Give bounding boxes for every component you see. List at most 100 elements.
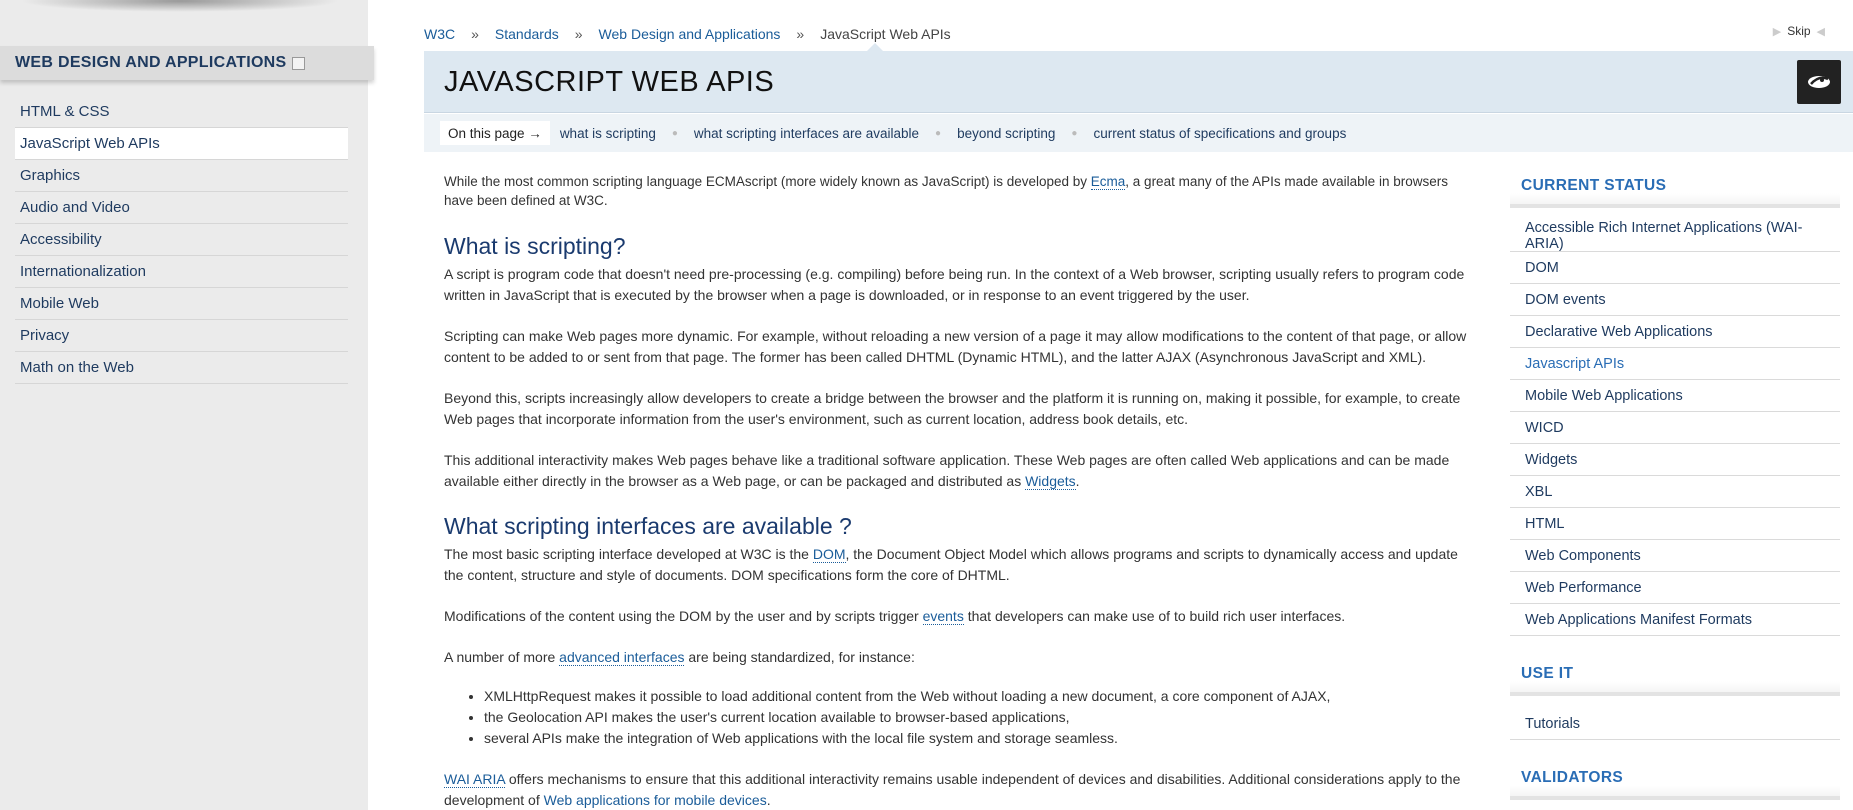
skip-right-arrow-icon[interactable]: ◀ [1817, 25, 1825, 38]
use-it-heading: USE IT [1510, 656, 1840, 696]
wai-aria-link[interactable]: WAI ARIA [444, 771, 505, 788]
status-item-web-performance[interactable]: Web Performance [1510, 572, 1840, 604]
status-item-label[interactable]: WICD [1525, 420, 1564, 436]
sidebar-item-audio-video[interactable]: Audio and Video [15, 192, 348, 224]
status-item-manifest-formats[interactable]: Web Applications Manifest Formats [1510, 604, 1840, 636]
sidebar-item-label[interactable]: Accessibility [20, 231, 102, 248]
skip-link[interactable]: Skip [1787, 24, 1810, 38]
paragraph: WAI ARIA offers mechanisms to ensure tha… [444, 769, 1478, 810]
paragraph-text: A number of more [444, 649, 560, 665]
status-item-web-components[interactable]: Web Components [1510, 540, 1840, 572]
status-item-widgets[interactable]: Widgets [1510, 444, 1840, 476]
sidebar-item-label[interactable]: Internationalization [20, 263, 146, 280]
breadcrumb-link-w3c[interactable]: W3C [424, 26, 455, 42]
sidebar-nav-list: HTML & CSS JavaScript Web APIs Graphics … [15, 96, 348, 384]
dom-link[interactable]: DOM [812, 546, 846, 563]
ecma-link[interactable]: Ecma [1090, 174, 1126, 190]
breadcrumb-current: JavaScript Web APIs [820, 26, 951, 42]
onpage-link-beyond-scripting[interactable]: beyond scripting [957, 126, 1055, 141]
bullet-separator: ● [935, 127, 942, 139]
status-item-label[interactable]: Javascript APIs [1525, 356, 1624, 372]
mobile-web-apps-link[interactable]: Web applications for mobile devices [544, 792, 767, 808]
page-title: JAVASCRIPT WEB APIS [444, 66, 775, 98]
sidebar-item-label[interactable]: Mobile Web [20, 295, 99, 312]
sidebar-item-mobile-web[interactable]: Mobile Web [15, 288, 348, 320]
bullet-separator: ● [671, 127, 678, 139]
current-status-heading: CURRENT STATUS [1510, 168, 1840, 208]
w3c-logo-icon[interactable] [1797, 60, 1841, 104]
bullet-separator: ● [1071, 127, 1078, 139]
list-item: the Geolocation API makes the user's cur… [484, 707, 1478, 728]
sidebar-item-label[interactable]: JavaScript Web APIs [20, 135, 160, 152]
breadcrumb-link-web-design[interactable]: Web Design and Applications [599, 26, 781, 42]
status-item-label[interactable]: DOM [1525, 260, 1559, 276]
skip-control[interactable]: ▶ Skip ◀ [1773, 24, 1825, 38]
events-link[interactable]: events [922, 608, 964, 625]
status-item-label[interactable]: Mobile Web Applications [1525, 388, 1683, 404]
paragraph-text-end: . [1075, 473, 1080, 489]
advanced-interfaces-link[interactable]: advanced interfaces [559, 649, 685, 666]
status-item-label[interactable]: DOM events [1525, 292, 1606, 308]
paragraph-text: Modifications of the content using the D… [444, 608, 923, 624]
paragraph: The most basic scripting interface devel… [444, 544, 1478, 586]
status-item-label[interactable]: XBL [1525, 484, 1552, 500]
breadcrumb-separator: » [471, 26, 479, 42]
paragraph: A number of more advanced interfaces are… [444, 647, 1478, 668]
page-header: JAVASCRIPT WEB APIS [424, 43, 1853, 113]
onpage-link-interfaces[interactable]: what scripting interfaces are available [694, 126, 919, 141]
sidebar-item-label[interactable]: Privacy [20, 327, 69, 344]
breadcrumb-separator: » [574, 26, 583, 42]
sidebar-item-label[interactable]: Math on the Web [20, 359, 134, 376]
skip-left-arrow-icon[interactable]: ▶ [1773, 25, 1781, 38]
sidebar-item-label[interactable]: Audio and Video [20, 199, 130, 216]
status-item-dom[interactable]: DOM [1510, 252, 1840, 284]
onpage-link-current-status[interactable]: current status of specifications and gro… [1093, 126, 1346, 141]
sidebar-item-label[interactable]: Graphics [20, 167, 80, 184]
status-item-label[interactable]: Declarative Web Applications [1525, 324, 1713, 340]
breadcrumb-notch [867, 43, 883, 51]
status-item-html[interactable]: HTML [1510, 508, 1840, 540]
status-item-dom-events[interactable]: DOM events [1510, 284, 1840, 316]
status-item-declarative-web-apps[interactable]: Declarative Web Applications [1510, 316, 1840, 348]
status-item-label[interactable]: Web Components [1525, 548, 1641, 564]
status-item-wai-aria[interactable]: Accessible Rich Internet Applications (W… [1510, 220, 1840, 252]
status-item-label[interactable]: Web Applications Manifest Formats [1525, 612, 1752, 628]
paragraph: Scripting can make Web pages more dynami… [444, 328, 1467, 365]
use-it-item-label[interactable]: Tutorials [1525, 716, 1580, 732]
paragraph: Beyond this, scripts increasingly allow … [444, 390, 1461, 427]
status-item-wicd[interactable]: WICD [1510, 412, 1840, 444]
sidebar-item-html-css[interactable]: HTML & CSS [15, 96, 348, 128]
breadcrumb-separator: » [796, 26, 805, 42]
status-item-label[interactable]: Widgets [1525, 452, 1577, 468]
widgets-link[interactable]: Widgets [1025, 473, 1076, 490]
status-item-xbl[interactable]: XBL [1510, 476, 1840, 508]
sidebar-section-header[interactable]: WEB DESIGN AND APPLICATIONS [0, 46, 374, 80]
sidebar-title: WEB DESIGN AND APPLICATIONS [15, 54, 287, 71]
paragraph: Modifications of the content using the D… [444, 606, 1478, 627]
right-sidebar: CURRENT STATUS Accessible Rich Internet … [1510, 168, 1840, 800]
decorative-shadow [20, 0, 340, 12]
main-content: While the most common scripting language… [444, 172, 1478, 810]
sidebar-item-math-on-the-web[interactable]: Math on the Web [15, 352, 348, 384]
sidebar-item-javascript-web-apis[interactable]: JavaScript Web APIs [15, 128, 348, 160]
sidebar-item-privacy[interactable]: Privacy [15, 320, 348, 352]
use-it-list: Tutorials [1510, 696, 1840, 740]
status-item-javascript-apis[interactable]: Javascript APIs [1510, 348, 1840, 380]
section-heading-what-is-scripting: What is scripting? [444, 233, 626, 259]
current-status-list: Accessible Rich Internet Applications (W… [1510, 208, 1840, 636]
breadcrumb-link-standards[interactable]: Standards [495, 26, 559, 42]
use-it-item-tutorials[interactable]: Tutorials [1510, 708, 1840, 740]
onpage-link-what-is-scripting[interactable]: what is scripting [560, 126, 656, 141]
status-item-label[interactable]: Accessible Rich Internet Applications (W… [1525, 220, 1840, 252]
paragraph: A script is program code that doesn't ne… [444, 266, 1465, 303]
sidebar-item-internationalization[interactable]: Internationalization [15, 256, 348, 288]
status-item-label[interactable]: HTML [1525, 516, 1564, 532]
collapse-toggle-icon[interactable] [291, 57, 305, 70]
status-item-mobile-web-apps[interactable]: Mobile Web Applications [1510, 380, 1840, 412]
sidebar-item-graphics[interactable]: Graphics [15, 160, 348, 192]
sidebar-item-accessibility[interactable]: Accessibility [15, 224, 348, 256]
list-item: several APIs make the integration of Web… [484, 728, 1478, 749]
sidebar-item-label[interactable]: HTML & CSS [20, 103, 109, 120]
section-heading-interfaces: What scripting interfaces are available … [444, 513, 852, 539]
status-item-label[interactable]: Web Performance [1525, 580, 1642, 596]
